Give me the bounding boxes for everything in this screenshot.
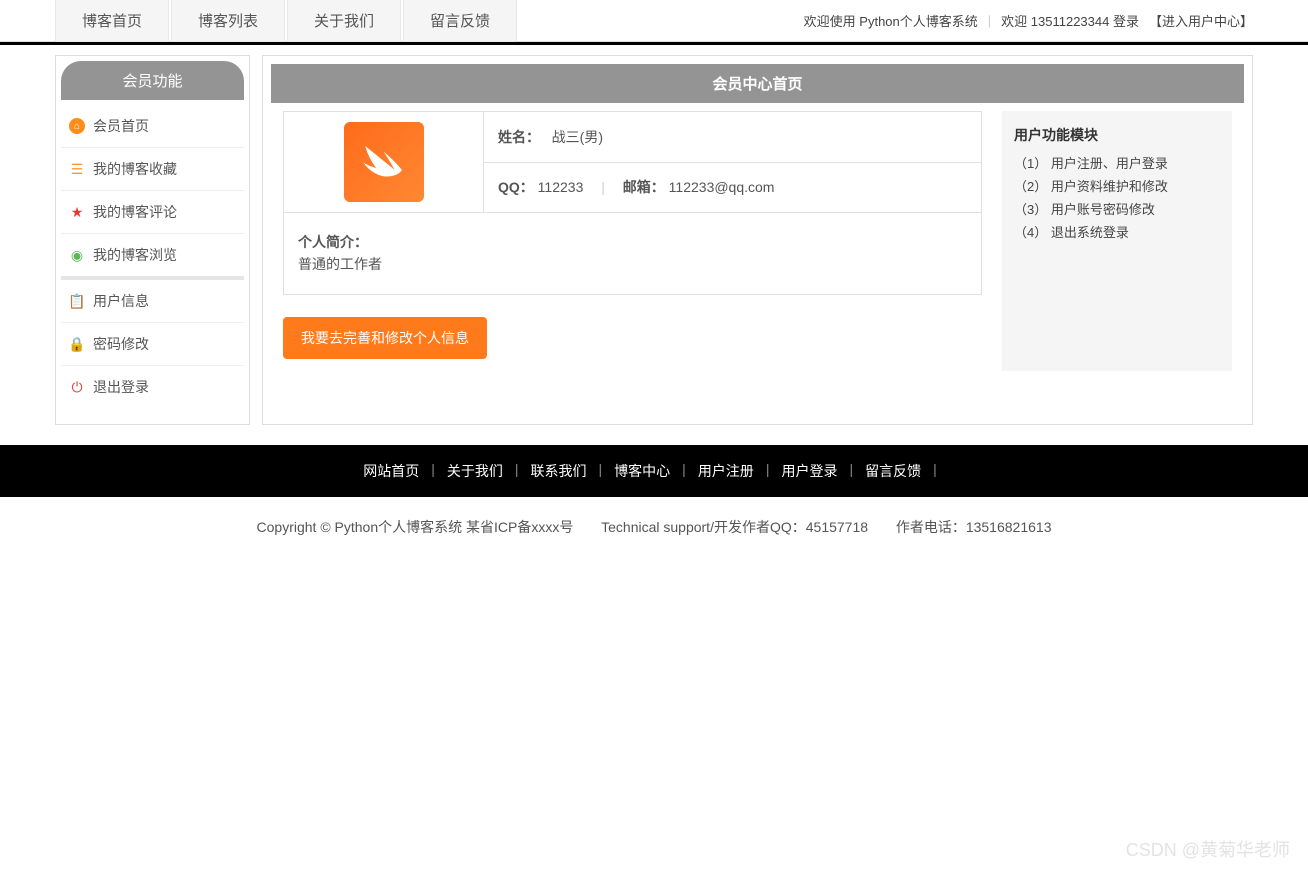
footer-sep: | bbox=[431, 461, 435, 481]
main-wrap: 会员功能 ⌂ 会员首页 ☰ 我的博客收藏 ★ 我的博客评论 ◉ 我的博客浏览 📋 bbox=[0, 45, 1308, 435]
panel-item: （2） 用户资料维护和修改 bbox=[1014, 174, 1220, 197]
home-icon: ⌂ bbox=[69, 118, 85, 134]
footer-sep: | bbox=[849, 461, 853, 481]
footer-sep: | bbox=[515, 461, 519, 481]
qq-label: QQ： bbox=[498, 179, 534, 195]
content-title: 会员中心首页 bbox=[271, 64, 1244, 103]
profile-table: 姓名： 战三(男) QQ： 112233 | 邮箱： 112233@qq.com bbox=[283, 111, 982, 295]
sidebar-item-password[interactable]: 🔒 密码修改 bbox=[61, 323, 244, 366]
swift-bird-icon bbox=[356, 135, 411, 190]
panel-item: （4） 退出系统登录 bbox=[1014, 220, 1220, 243]
footer-links: 网站首页 | 关于我们 | 联系我们 | 博客中心 | 用户注册 | 用户登录 | 留言反馈… bbox=[0, 461, 1308, 481]
sidebar-item-browse[interactable]: ◉ 我的博客浏览 bbox=[61, 234, 244, 276]
sidebar-group-1: ⌂ 会员首页 ☰ 我的博客收藏 ★ 我的博客评论 ◉ 我的博客浏览 bbox=[61, 105, 244, 280]
email-label: 邮箱： bbox=[623, 179, 665, 195]
panel-item: （3） 用户账号密码修改 bbox=[1014, 197, 1220, 220]
footer-nav: 网站首页 | 关于我们 | 联系我们 | 博客中心 | 用户注册 | 用户登录 | 留言反馈… bbox=[0, 445, 1308, 497]
welcome-user-prefix: 欢迎 bbox=[1001, 14, 1031, 29]
copyright-text: Copyright © Python个人博客系统 某省ICP备xxxx号 bbox=[257, 519, 574, 535]
sidebar-item-label: 用户信息 bbox=[93, 291, 149, 311]
sidebar-group-2: 📋 用户信息 🔒 密码修改 ⏻ 退出登录 bbox=[61, 280, 244, 408]
footer-link-register[interactable]: 用户注册 bbox=[698, 461, 754, 481]
info-panel: 用户功能模块 （1） 用户注册、用户登录 （2） 用户资料维护和修改 （3） 用… bbox=[1002, 111, 1232, 371]
bio-label: 个人简介： bbox=[298, 231, 967, 253]
footer-sep: | bbox=[933, 461, 937, 481]
panel-item: （1） 用户注册、用户登录 bbox=[1014, 151, 1220, 174]
power-icon: ⏻ bbox=[69, 379, 85, 395]
profile-box: 姓名： 战三(男) QQ： 112233 | 邮箱： 112233@qq.com bbox=[283, 111, 982, 371]
sidebar-item-label: 退出登录 bbox=[93, 377, 149, 397]
name-value: 战三(男) bbox=[552, 129, 603, 145]
footer-link-blog[interactable]: 博客中心 bbox=[614, 461, 670, 481]
sidebar-item-favorites[interactable]: ☰ 我的博客收藏 bbox=[61, 148, 244, 191]
sidebar-item-label: 我的博客浏览 bbox=[93, 245, 177, 265]
nav-right: 欢迎使用 Python个人博客系统 | 欢迎 13511223344 登录 【进… bbox=[804, 11, 1253, 30]
login-suffix: 登录 bbox=[1109, 14, 1139, 29]
footer-link-contact[interactable]: 联系我们 bbox=[531, 461, 587, 481]
footer-link-feedback[interactable]: 留言反馈 bbox=[865, 461, 921, 481]
watermark: CSDN @黄菊华老师 bbox=[1126, 836, 1290, 862]
panel-title: 用户功能模块 bbox=[1014, 125, 1220, 145]
copyright: Copyright © Python个人博客系统 某省ICP备xxxx号 Tec… bbox=[0, 497, 1308, 557]
user-phone: 13511223344 bbox=[1031, 14, 1110, 29]
qq-value: 112233 bbox=[538, 179, 584, 195]
nav-blog-home[interactable]: 博客首页 bbox=[55, 0, 169, 42]
lock-icon: 🔒 bbox=[69, 336, 85, 352]
footer-link-home[interactable]: 网站首页 bbox=[363, 461, 419, 481]
system-name: Python个人博客系统 bbox=[859, 14, 977, 29]
sidebar-item-logout[interactable]: ⏻ 退出登录 bbox=[61, 366, 244, 408]
nav-blog-list[interactable]: 博客列表 bbox=[171, 0, 285, 42]
sidebar-item-label: 密码修改 bbox=[93, 334, 149, 354]
contact-row: QQ： 112233 | 邮箱： 112233@qq.com bbox=[484, 162, 982, 213]
footer-link-login[interactable]: 用户登录 bbox=[781, 461, 837, 481]
sidebar-item-userinfo[interactable]: 📋 用户信息 bbox=[61, 280, 244, 323]
sidebar-item-label: 我的博客收藏 bbox=[93, 159, 177, 179]
sidebar-item-comments[interactable]: ★ 我的博客评论 bbox=[61, 191, 244, 234]
name-row: 姓名： 战三(男) bbox=[484, 112, 982, 163]
footer-sep: | bbox=[682, 461, 686, 481]
welcome-user: 欢迎 13511223344 登录 bbox=[1001, 11, 1139, 30]
sidebar: 会员功能 ⌂ 会员首页 ☰ 我的博客收藏 ★ 我的博客评论 ◉ 我的博客浏览 📋 bbox=[55, 55, 250, 425]
sidebar-title: 会员功能 bbox=[61, 61, 244, 100]
top-nav: 博客首页 博客列表 关于我们 留言反馈 欢迎使用 Python个人博客系统 | … bbox=[0, 0, 1308, 42]
name-label: 姓名： bbox=[498, 129, 540, 145]
welcome-text: 欢迎使用 Python个人博客系统 bbox=[804, 11, 978, 30]
sidebar-item-label: 我的博客评论 bbox=[93, 202, 177, 222]
content-body: 姓名： 战三(男) QQ： 112233 | 邮箱： 112233@qq.com bbox=[271, 103, 1244, 379]
welcome-prefix: 欢迎使用 bbox=[804, 14, 860, 29]
panel-list: （1） 用户注册、用户登录 （2） 用户资料维护和修改 （3） 用户账号密码修改… bbox=[1014, 151, 1220, 243]
content-area: 会员中心首页 姓名： bbox=[262, 55, 1253, 425]
bio-value: 普通的工作者 bbox=[298, 253, 967, 275]
nav-divider: | bbox=[988, 13, 991, 28]
location-icon: ◉ bbox=[69, 247, 85, 263]
clipboard-icon: 📋 bbox=[69, 293, 85, 309]
sidebar-item-label: 会员首页 bbox=[93, 116, 149, 136]
edit-profile-button[interactable]: 我要去完善和修改个人信息 bbox=[283, 317, 487, 359]
star-icon: ★ bbox=[69, 204, 85, 220]
nav-feedback[interactable]: 留言反馈 bbox=[403, 0, 517, 42]
nav-about-us[interactable]: 关于我们 bbox=[287, 0, 401, 42]
email-value: 112233@qq.com bbox=[669, 179, 775, 195]
bio-cell: 个人简介： 普通的工作者 bbox=[284, 213, 982, 295]
avatar-cell bbox=[284, 112, 484, 213]
tech-support: Technical support/开发作者QQ：45157718 bbox=[601, 519, 868, 535]
author-tel: 作者电话：13516821613 bbox=[896, 519, 1052, 535]
divider: | bbox=[601, 179, 605, 195]
sidebar-item-home[interactable]: ⌂ 会员首页 bbox=[61, 105, 244, 148]
footer-sep: | bbox=[599, 461, 603, 481]
list-icon: ☰ bbox=[69, 161, 85, 177]
user-center-link[interactable]: 【进入用户中心】 bbox=[1149, 11, 1253, 30]
nav-left: 博客首页 博客列表 关于我们 留言反馈 bbox=[55, 0, 517, 42]
footer-sep: | bbox=[766, 461, 770, 481]
footer-link-about[interactable]: 关于我们 bbox=[447, 461, 503, 481]
avatar bbox=[344, 122, 424, 202]
